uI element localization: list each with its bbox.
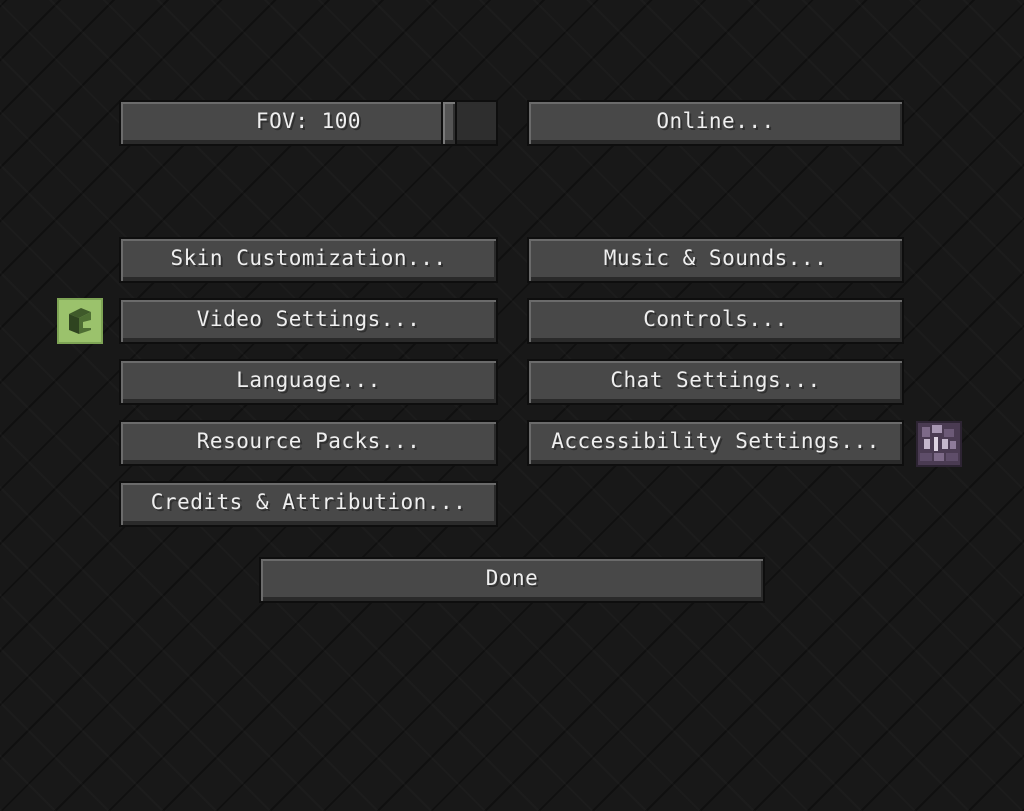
accessibility-side-button[interactable] — [916, 421, 962, 467]
music-sounds-button[interactable]: Music & Sounds... — [527, 237, 904, 283]
controls-button[interactable]: Controls... — [527, 298, 904, 344]
music-sounds-label: Music & Sounds... — [603, 246, 828, 270]
done-label: Done — [485, 566, 539, 590]
video-settings-label: Video Settings... — [196, 307, 421, 331]
language-button[interactable]: Language... — [119, 359, 498, 405]
accessibility-skin-icon — [918, 423, 960, 465]
green-cube-icon — [69, 308, 91, 334]
skin-customization-label: Skin Customization... — [170, 246, 447, 270]
credits-attribution-button[interactable]: Credits & Attribution... — [119, 481, 498, 527]
online-button-label: Online... — [656, 109, 775, 133]
credits-attribution-label: Credits & Attribution... — [150, 490, 467, 514]
language-label: Language... — [236, 368, 381, 392]
accessibility-settings-label: Accessibility Settings... — [551, 429, 880, 453]
skin-customization-button[interactable]: Skin Customization... — [119, 237, 498, 283]
chat-settings-label: Chat Settings... — [610, 368, 821, 392]
fov-slider-handle[interactable] — [441, 100, 457, 146]
controls-label: Controls... — [643, 307, 788, 331]
chat-settings-button[interactable]: Chat Settings... — [527, 359, 904, 405]
video-settings-side-button[interactable] — [57, 298, 103, 344]
fov-label: FOV: 100 — [255, 109, 362, 133]
resource-packs-label: Resource Packs... — [196, 429, 421, 453]
resource-packs-button[interactable]: Resource Packs... — [119, 420, 498, 466]
accessibility-settings-button[interactable]: Accessibility Settings... — [527, 420, 904, 466]
done-button[interactable]: Done — [259, 557, 765, 603]
video-settings-button[interactable]: Video Settings... — [119, 298, 498, 344]
online-button[interactable]: Online... — [527, 100, 904, 146]
options-screen: { "fov": { "label": "FOV: 100", "value":… — [0, 0, 1024, 811]
fov-slider[interactable]: FOV: 100 — [119, 100, 498, 146]
